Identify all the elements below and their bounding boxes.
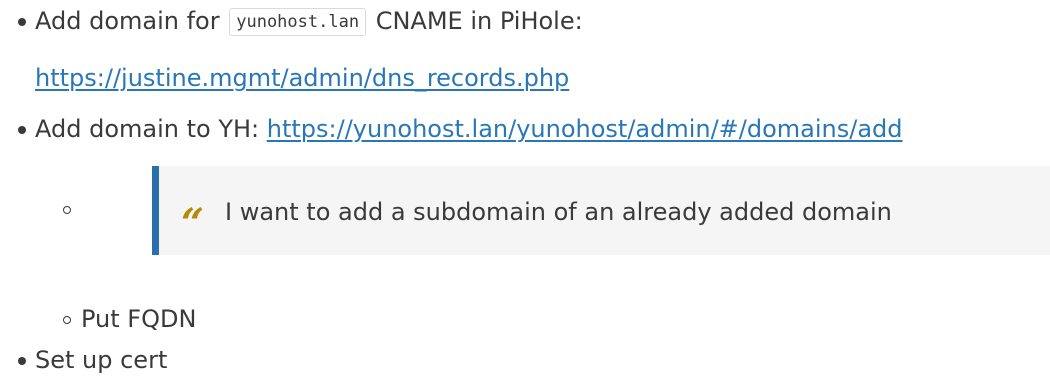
bullet-circle-icon (63, 316, 71, 324)
pihole-dns-link[interactable]: https://justine.mgmt/admin/dns_records.p… (35, 64, 569, 92)
bullet-disc-icon (18, 357, 26, 365)
list-item-text: Add domain to YH: (35, 115, 267, 143)
list-item-link-line: https://justine.mgmt/admin/dns_records.p… (35, 63, 569, 93)
list-item-text: Set up cert (35, 346, 168, 374)
quote-mark-icon: “ (181, 200, 205, 247)
list-item-cert: Set up cert (35, 345, 167, 375)
inline-code-domain: yunohost.lan (229, 8, 367, 36)
list-item-yunohost: Add domain to YH: https://yunohost.lan/y… (35, 114, 903, 144)
blockquote: “ I want to add a subdomain of an alread… (152, 166, 1050, 255)
quote-text: I want to add a subdomain of an already … (225, 198, 892, 226)
yunohost-domains-link[interactable]: https://yunohost.lan/yunohost/admin/#/do… (267, 115, 903, 143)
list-item-text: CNAME in PiHole: (368, 7, 583, 35)
list-item-text: Put FQDN (81, 305, 197, 333)
list-item-fqdn: Put FQDN (81, 304, 196, 334)
bullet-disc-icon (18, 126, 26, 134)
list-item-text: Add domain for (35, 7, 228, 35)
list-item-pihole: Add domain for yunohost.lan CNAME in PiH… (35, 6, 583, 39)
bullet-circle-icon (63, 206, 71, 214)
bullet-disc-icon (18, 18, 26, 26)
